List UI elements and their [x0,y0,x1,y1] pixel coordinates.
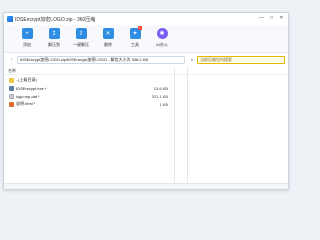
one-click-extract-button[interactable]: ⇪ 一键解压 [70,25,92,48]
delete-icon: ✕ [102,28,114,39]
exe-file-icon [9,85,14,91]
minimize-button[interactable]: — [257,15,266,22]
extract-icon: ↥ [48,28,60,39]
delete-button[interactable]: ✕ 删除 [97,25,119,48]
file-size: 321.1 KB [151,93,168,99]
title-bar: IDSEncrypt加密LOGO.zip - 360压缩 — □ ✕ [4,13,288,25]
file-size: 13.6 KB [153,85,168,91]
ai-office-icon: ✺ [156,28,168,39]
file-list-header: 名称 [4,67,288,75]
one-click-extract-label: 一键解压 [73,42,89,47]
file-name: 说明.html * [16,101,36,106]
html-file-icon [9,101,14,107]
file-size: 1 KB [159,101,168,107]
file-name: IDSEncrypt.exe * [16,85,47,91]
tools-button[interactable]: ✦ 1 工具 [124,25,146,48]
delete-label: 删除 [104,42,112,47]
path-field[interactable]: IDSEncrypt加密LOGO.zip\IDSEncrypt加密LOGO - … [17,55,185,64]
list-item[interactable]: IDSEncrypt.exe * 13.6 KB [4,84,174,92]
dat-file-icon [9,93,14,99]
status-bar [4,183,288,189]
add-icon: + [21,28,33,39]
maximize-button[interactable]: □ [267,15,276,22]
file-list: ..(上级目录) IDSEncrypt.exe * 13.6 KB logo.m… [4,76,174,108]
one-click-extract-icon: ⇪ [75,28,87,39]
column-divider [174,67,175,189]
extract-to-label: 解压到 [48,42,60,47]
ai-office-label: AI办公 [156,42,168,47]
toolbar: + 添加 ↥ 解压到 ⇪ 一键解压 ✕ 删除 ✦ 1 工具 ✺ AI办公 [4,25,288,53]
chevron-down-icon[interactable]: ▾ [189,57,195,62]
column-name-header[interactable]: 名称 [4,68,114,74]
add-label: 添加 [23,42,31,47]
app-logo-icon [7,16,13,22]
window-controls: — □ ✕ [257,15,286,22]
close-button[interactable]: ✕ [277,15,286,22]
list-item[interactable]: 说明.html * 1 KB [4,100,174,108]
path-text: IDSEncrypt加密LOGO.zip\IDSEncrypt加密LOGO - … [20,56,149,62]
back-arrow-icon[interactable]: ↑ [8,56,15,63]
column-divider [187,67,188,189]
extract-to-button[interactable]: ↥ 解压到 [43,25,65,48]
archive-window: IDSEncrypt加密LOGO.zip - 360压缩 — □ ✕ + 添加 … [3,12,289,190]
address-bar: ↑ IDSEncrypt加密LOGO.zip\IDSEncrypt加密LOGO … [4,54,288,65]
file-name: ..(上级目录) [16,77,37,82]
search-input[interactable]: 当前压缩包内搜索 [197,55,285,64]
tools-label: 工具 [131,42,139,47]
file-name: logo.mp.dat * [16,93,40,99]
list-item[interactable]: ..(上级目录) [4,76,174,84]
tools-badge: 1 [138,26,142,30]
folder-up-icon [9,77,14,83]
ai-office-button[interactable]: ✺ AI办公 [151,25,173,48]
window-title: IDSEncrypt加密LOGO.zip - 360压缩 [15,16,96,23]
add-button[interactable]: + 添加 [16,25,38,48]
search-placeholder: 当前压缩包内搜索 [200,56,232,62]
list-item[interactable]: logo.mp.dat * 321.1 KB [4,92,174,100]
